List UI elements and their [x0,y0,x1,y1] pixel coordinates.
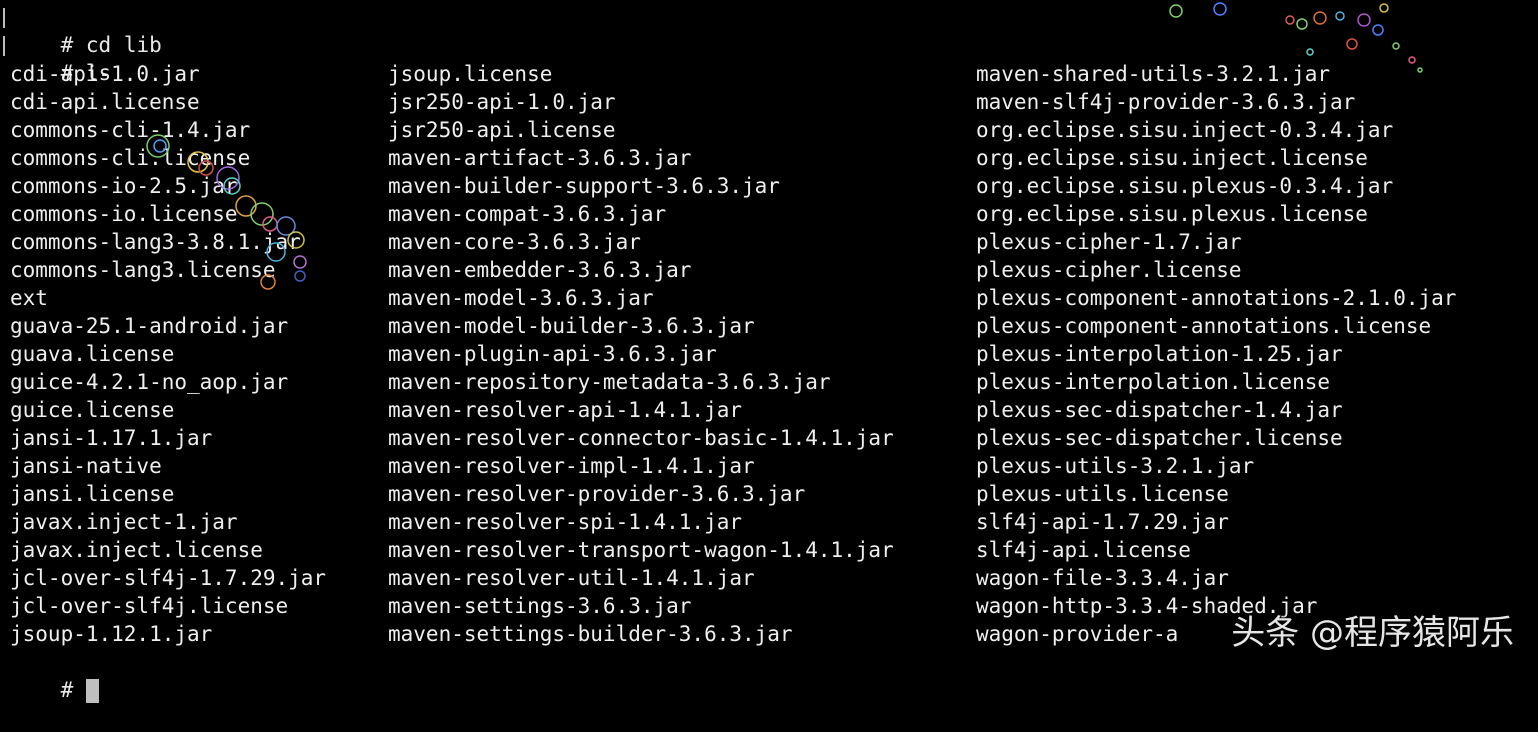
file-entry: wagon-file-3.3.4.jar [976,566,1229,590]
file-entry: guava-25.1-android.jar [10,314,289,338]
file-entry: org.eclipse.sisu.plexus-0.3.4.jar [976,174,1394,198]
file-entry: maven-compat-3.6.3.jar [388,202,667,226]
file-entry: cdi-api-1.0.jar [10,62,200,86]
file-entry: javax.inject.license [10,538,263,562]
prompt-marker [3,36,5,56]
file-entry: plexus-sec-dispatcher-1.4.jar [976,398,1343,422]
file-entry: maven-settings-3.6.3.jar [388,594,692,618]
file-entry: org.eclipse.sisu.plexus.license [976,202,1368,226]
file-entry: maven-resolver-impl-1.4.1.jar [388,454,755,478]
file-entry: maven-builder-support-3.6.3.jar [388,174,780,198]
file-entry: maven-core-3.6.3.jar [388,230,641,254]
command-line-1: # cd lib [10,3,162,57]
file-entry: guice.license [10,398,175,422]
file-entry: guice-4.2.1-no_aop.jar [10,370,289,394]
listing-column-1: cdi-api-1.0.jar cdi-api.license commons-cl… [10,60,326,648]
file-entry: jsoup.license [388,62,553,86]
file-entry: jansi-1.17.1.jar [10,426,213,450]
prompt-marker [3,8,5,28]
prompt-symbol: # [60,678,74,702]
file-entry: commons-lang3-3.8.1.jar [10,230,301,254]
file-entry: slf4j-api-1.7.29.jar [976,510,1229,534]
listing-column-3: maven-shared-utils-3.2.1.jar maven-slf4j-… [976,60,1456,648]
file-entry: plexus-sec-dispatcher.license [976,426,1343,450]
file-entry: org.eclipse.sisu.inject-0.3.4.jar [976,118,1394,142]
file-entry: javax.inject-1.jar [10,510,238,534]
file-entry: maven-model-3.6.3.jar [388,286,654,310]
file-entry: jansi-native [10,454,162,478]
file-entry: plexus-cipher-1.7.jar [976,230,1242,254]
command-line-2: # ls [10,31,112,85]
file-entry: jcl-over-slf4j.license [10,594,289,618]
file-entry: maven-slf4j-provider-3.6.3.jar [976,90,1356,114]
file-entry: maven-resolver-api-1.4.1.jar [388,398,743,422]
file-entry: maven-resolver-connector-basic-1.4.1.jar [388,426,894,450]
watermark-text: 头条 @程序猿阿乐 [1231,613,1514,653]
file-entry: plexus-component-annotations.license [976,314,1432,338]
file-entry: org.eclipse.sisu.inject.license [976,146,1368,170]
file-entry: plexus-component-annotations-2.1.0.jar [976,286,1457,310]
file-entry: maven-resolver-provider-3.6.3.jar [388,482,806,506]
file-entry: guava.license [10,342,175,366]
file-entry: commons-io.license [10,202,238,226]
listing-column-2: jsoup.license jsr250-api-1.0.jar jsr250-ap… [388,60,894,648]
file-entry: plexus-cipher.license [976,258,1242,282]
terminal-window[interactable]: # cd lib # ls cdi-api-1.0.jar cdi-api.lic… [0,0,1538,703]
file-entry: jcl-over-slf4j-1.7.29.jar [10,566,327,590]
file-entry: plexus-interpolation.license [976,370,1331,394]
file-entry: maven-resolver-spi-1.4.1.jar [388,510,743,534]
file-entry: maven-shared-utils-3.2.1.jar [976,62,1331,86]
file-entry: commons-cli.license [10,146,251,170]
file-entry: commons-cli-1.4.jar [10,118,251,142]
file-entry: jsr250-api-1.0.jar [388,90,616,114]
file-entry: maven-settings-builder-3.6.3.jar [388,622,793,646]
file-entry: maven-repository-metadata-3.6.3.jar [388,370,831,394]
file-entry: jsr250-api.license [388,118,616,142]
file-entry: jsoup-1.12.1.jar [10,622,213,646]
file-entry: maven-resolver-transport-wagon-1.4.1.jar [388,538,894,562]
file-entry: plexus-utils-3.2.1.jar [976,454,1255,478]
file-entry: maven-embedder-3.6.3.jar [388,258,692,282]
file-entry: maven-plugin-api-3.6.3.jar [388,342,717,366]
file-entry: cdi-api.license [10,90,200,114]
file-entry: maven-resolver-util-1.4.1.jar [388,566,755,590]
file-entry: maven-model-builder-3.6.3.jar [388,314,755,338]
file-entry: jansi.license [10,482,175,506]
file-entry: slf4j-api.license [976,538,1191,562]
file-entry: commons-lang3.license [10,258,276,282]
file-entry: ext [10,286,48,310]
file-entry: maven-artifact-3.6.3.jar [388,146,692,170]
file-entry: commons-io-2.5.jar [10,174,238,198]
file-entry: plexus-interpolation-1.25.jar [976,342,1343,366]
text-cursor [86,679,100,703]
file-entry: plexus-utils.license [976,482,1229,506]
